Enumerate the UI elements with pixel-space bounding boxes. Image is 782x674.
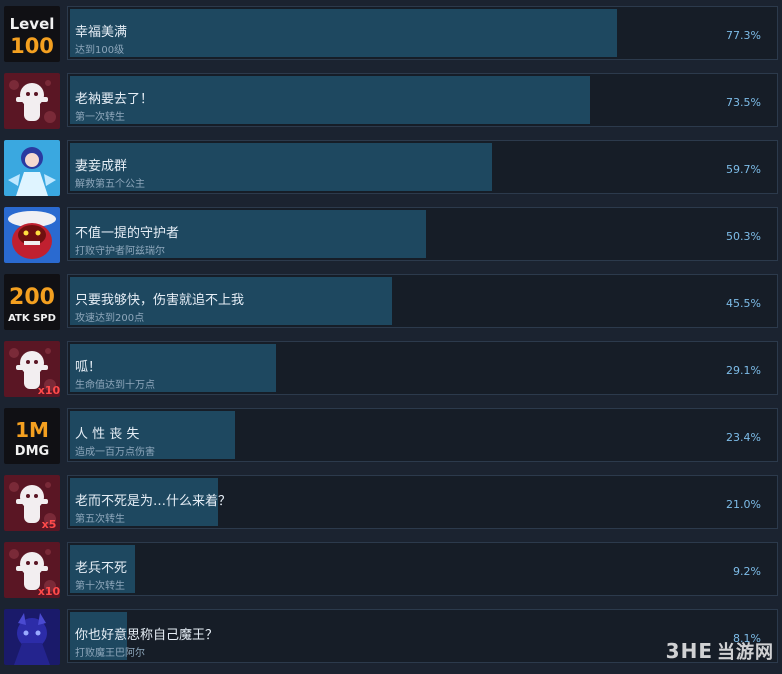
unlock-percentage: 29.1%: [726, 364, 761, 377]
svg-text:DMG: DMG: [15, 444, 49, 459]
achievement-row: 老衲要去了！ 第一次转生 73.5%: [2, 70, 780, 129]
achievement-row: x5 老而不死是为…什么来着？ 第五次转生 21.0%: [2, 472, 780, 531]
progress-bar: 呱！ 生命值达到十万点 29.1%: [67, 341, 778, 395]
unlock-percentage: 50.3%: [726, 230, 761, 243]
progress-fill: [70, 9, 617, 57]
svg-text:1M: 1M: [15, 418, 49, 442]
progress-bar: 幸福美满达到100级 77.3%: [67, 6, 778, 60]
achievement-description: 生命值达到十万点: [75, 380, 155, 391]
svg-text:x10: x10: [38, 585, 60, 598]
achievement-title: 不值一提的守护者: [75, 226, 180, 241]
unlock-percentage: 21.0%: [726, 498, 761, 511]
achievement-title: 老兵不死: [75, 561, 128, 576]
atk-spd-200-icon: 200 ATK SPD: [4, 274, 60, 330]
svg-text:x10: x10: [38, 384, 60, 397]
achievement-description: 打败魔王巴阿尔: [75, 648, 145, 659]
achievement-row: 妻妾成群解救第五个公主 59.7%: [2, 137, 780, 196]
achievement-description: 第五次转生: [75, 514, 125, 525]
progress-bar: 老兵不死第十次转生 9.2%: [67, 542, 778, 596]
progress-bar: 只要我够快，伤害就追不上我攻速达到200点 45.5%: [67, 274, 778, 328]
progress-bar: 老而不死是为…什么来着？ 第五次转生 21.0%: [67, 475, 778, 529]
unlock-percentage: 59.7%: [726, 163, 761, 176]
1m-dmg-icon: 1M DMG: [4, 408, 60, 464]
achievement-title: 老衲要去了！: [75, 92, 154, 107]
watermark-brand: 3HE: [665, 639, 713, 663]
achievement-description: 造成一百万点伤害: [75, 447, 155, 458]
achievement-description: 第十次转生: [75, 581, 125, 592]
unlock-percentage: 73.5%: [726, 96, 761, 109]
progress-bar: 妻妾成群解救第五个公主 59.7%: [67, 140, 778, 194]
achievement-row: x10 呱！ 生命值达到十万点 29.1%: [2, 338, 780, 397]
achievement-title: 只要我够快，伤害就追不上我: [75, 293, 245, 308]
unlock-percentage: 9.2%: [733, 565, 761, 578]
achievement-row: 1M DMG 人 性 丧 失造成一百万点伤害 23.4%: [2, 405, 780, 464]
progress-bar: 人 性 丧 失造成一百万点伤害 23.4%: [67, 408, 778, 462]
svg-text:x5: x5: [42, 518, 57, 531]
achievement-description: 第一次转生: [75, 112, 125, 123]
progress-bar: 老衲要去了！ 第一次转生 73.5%: [67, 73, 778, 127]
unlock-percentage: 77.3%: [726, 29, 761, 42]
progress-bar: 不值一提的守护者打败守护者阿兹瑞尔 50.3%: [67, 207, 778, 261]
achievement-row: x10 老兵不死第十次转生 9.2%: [2, 539, 780, 598]
achievement-row: Level 100 幸福美满达到100级 77.3%: [2, 3, 780, 62]
unlock-percentage: 45.5%: [726, 297, 761, 310]
rebirth-ghost-x10-icon: x10: [4, 341, 60, 397]
watermark: 3HE 当游网: [666, 638, 774, 664]
achievement-description: 解救第五个公主: [75, 179, 145, 190]
achievement-description: 达到100级: [75, 45, 125, 56]
level-100-icon: Level 100: [4, 6, 60, 62]
achievement-title: 呱！: [75, 360, 102, 375]
achievement-title: 你也好意思称自己魔王？: [75, 628, 219, 643]
rebirth-ghost-x10-icon: x10: [4, 542, 60, 598]
unlock-percentage: 23.4%: [726, 431, 761, 444]
rebirth-ghost-icon: [4, 73, 60, 129]
achievement-row: 200 ATK SPD 只要我够快，伤害就追不上我攻速达到200点 45.5%: [2, 271, 780, 330]
achievement-title: 幸福美满: [75, 25, 128, 40]
achievement-row: 不值一提的守护者打败守护者阿兹瑞尔 50.3%: [2, 204, 780, 263]
achievement-description: 打败守护者阿兹瑞尔: [75, 246, 165, 257]
achievement-list: Level 100 幸福美满达到100级 77.3% 老衲要去了！ 第一次转生 73.5% 妻…: [0, 0, 782, 674]
guardian-boss-icon: [4, 207, 60, 263]
watermark-site: 当游网: [717, 642, 774, 663]
svg-text:100: 100: [10, 34, 54, 58]
demon-king-icon: [4, 609, 60, 665]
achievement-row: 你也好意思称自己魔王？ 打败魔王巴阿尔 8.1%: [2, 606, 780, 665]
achievement-title: 人 性 丧 失: [75, 427, 140, 442]
princess-icon: [4, 140, 60, 196]
rebirth-ghost-x5-icon: x5: [4, 475, 60, 531]
svg-text:Level: Level: [10, 15, 55, 33]
achievement-title: 妻妾成群: [75, 159, 128, 174]
svg-text:ATK SPD: ATK SPD: [8, 313, 56, 324]
svg-text:200: 200: [9, 285, 55, 310]
achievement-title: 老而不死是为…什么来着？: [75, 494, 232, 509]
achievement-description: 攻速达到200点: [75, 313, 145, 324]
